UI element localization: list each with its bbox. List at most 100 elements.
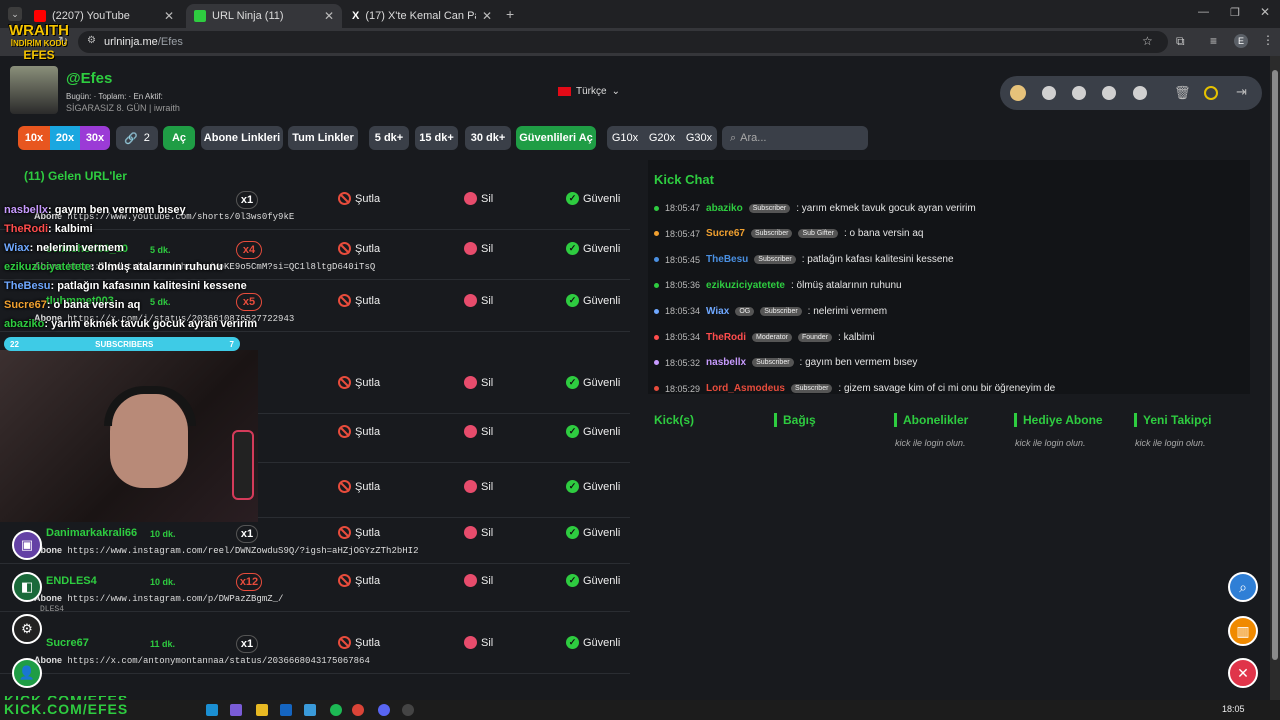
delete-button[interactable]: Sil — [464, 574, 493, 587]
row-url[interactable]: Abone https://x.com/antonymontannaa/stat… — [34, 655, 370, 666]
msg-user[interactable]: nasbellx — [706, 357, 746, 368]
msg-user[interactable]: abaziko — [706, 203, 743, 214]
msg-user[interactable]: TheBesu — [706, 254, 748, 265]
g30x-button[interactable]: G30x — [681, 126, 717, 150]
twitter-icon[interactable] — [1042, 86, 1056, 100]
msg-user[interactable]: TheRodi — [706, 332, 746, 343]
delete-button[interactable]: Sil — [464, 526, 493, 539]
ban-button[interactable]: Şutla — [338, 526, 380, 539]
g10x-button[interactable]: G10x — [607, 126, 643, 150]
trust-button[interactable]: ✓ Güvenli — [566, 480, 620, 493]
extensions-icon[interactable]: ⧉ — [1176, 34, 1185, 49]
trust-button[interactable]: ✓ Güvenli — [566, 526, 620, 539]
row-username[interactable]: Sucre67 — [46, 637, 89, 649]
filter-30dk-button[interactable]: 30 dk+ — [465, 126, 511, 150]
delete-button[interactable]: Sil — [464, 425, 493, 438]
new-tab-icon[interactable]: + — [506, 6, 514, 22]
remove-user-fab-icon[interactable]: ✕ — [1228, 658, 1258, 688]
open-button[interactable]: Aç — [163, 126, 195, 150]
kick-app-icon[interactable]: ◧ — [12, 572, 42, 602]
row-url[interactable]: Abone https://www.instagram.com/reel/DWN… — [34, 545, 418, 556]
tab-urlninja[interactable]: URL Ninja (11) ✕ — [186, 4, 342, 28]
language-select[interactable]: Türkçe ⌄ — [558, 86, 620, 97]
ban-button[interactable]: Şutla — [338, 636, 380, 649]
reading-list-icon[interactable]: ≡ — [1210, 34, 1217, 48]
cookie-icon[interactable] — [1010, 85, 1026, 101]
ban-button[interactable]: Şutla — [338, 242, 380, 255]
chrome-icon[interactable] — [352, 704, 364, 716]
close-window-icon[interactable]: ✕ — [1260, 5, 1270, 19]
open-trusted-button[interactable]: Güvenlileri Aç — [516, 126, 596, 150]
row-username[interactable]: ENDLES4 — [46, 575, 97, 587]
msg-user[interactable]: Lord_Asmodeus — [706, 383, 785, 394]
ban-button[interactable]: Şutla — [338, 480, 380, 493]
edge-icon[interactable] — [206, 704, 218, 716]
search-fab-icon[interactable]: ⌕ — [1228, 572, 1258, 602]
mult-20x-button[interactable]: 20x — [50, 126, 80, 150]
maximize-icon[interactable]: ❐ — [1230, 6, 1240, 19]
delete-button[interactable]: Sil — [464, 376, 493, 389]
menu-icon[interactable]: ⋮ — [1262, 33, 1274, 47]
filter-15dk-button[interactable]: 15 dk+ — [415, 126, 458, 150]
pause-icon[interactable] — [1204, 86, 1218, 100]
outlook-icon[interactable] — [280, 704, 292, 716]
trust-button[interactable]: ✓ Güvenli — [566, 574, 620, 587]
link-count[interactable]: 🔗 2 — [116, 126, 158, 150]
site-info-icon[interactable]: ⚙ — [87, 35, 96, 46]
trust-button[interactable]: ✓ Güvenli — [566, 294, 620, 307]
close-icon[interactable]: ✕ — [324, 9, 334, 23]
instagram-icon[interactable] — [1072, 86, 1086, 100]
trust-button[interactable]: ✓ Güvenli — [566, 425, 620, 438]
block-icon[interactable] — [1133, 86, 1147, 100]
copilot-icon[interactable] — [230, 704, 242, 716]
profile-icon[interactable] — [1102, 86, 1116, 100]
mult-30x-button[interactable]: 30x — [80, 126, 110, 150]
scrollbar-thumb[interactable] — [1272, 70, 1278, 660]
ban-button[interactable]: Şutla — [338, 425, 380, 438]
ban-button[interactable]: Şutla — [338, 192, 380, 205]
spotify-icon[interactable] — [330, 704, 342, 716]
ban-button[interactable]: Şutla — [338, 294, 380, 307]
close-icon[interactable]: ✕ — [164, 9, 174, 23]
trash-icon[interactable]: 🗑 — [1174, 85, 1191, 101]
msg-user[interactable]: Wiax — [706, 306, 729, 317]
profile-avatar[interactable]: E — [1234, 34, 1248, 48]
ban-button[interactable]: Şutla — [338, 574, 380, 587]
twitch-icon[interactable]: ▣ — [12, 530, 42, 560]
msg-user[interactable]: ezikuziciyatetete — [706, 280, 785, 291]
msg-user[interactable]: Sucre67 — [706, 228, 745, 239]
trust-button[interactable]: ✓ Güvenli — [566, 242, 620, 255]
search-input[interactable]: ⌕ Ara... — [722, 126, 868, 150]
delete-button[interactable]: Sil — [464, 294, 493, 307]
obs-icon[interactable] — [402, 704, 414, 716]
close-icon[interactable]: ✕ — [482, 9, 492, 23]
page-scrollbar[interactable] — [1270, 56, 1280, 700]
delete-button[interactable]: Sil — [464, 242, 493, 255]
bookmark-star-icon[interactable]: ☆ — [1142, 34, 1153, 48]
abone-links-button[interactable]: Abone Linkleri — [201, 126, 283, 150]
file-explorer-icon[interactable] — [256, 704, 268, 716]
row-url[interactable]: Abone https://www.instagram.com/p/DWPazZ… — [34, 593, 283, 604]
discord-icon[interactable] — [378, 704, 390, 716]
photos-icon[interactable] — [304, 704, 316, 716]
ban-button[interactable]: Şutla — [338, 376, 380, 389]
tab-x[interactable]: X (17) X'te Kemal Can Parlak: "Ya... ✕ — [344, 4, 500, 28]
tab-search-icon[interactable]: ⌄ — [8, 7, 22, 21]
minimize-icon[interactable]: — — [1198, 6, 1209, 18]
delete-button[interactable]: Sil — [464, 636, 493, 649]
logout-icon[interactable]: ⇥ — [1236, 84, 1247, 100]
mult-10x-button[interactable]: 10x — [18, 126, 50, 150]
all-links-button[interactable]: Tum Linkler — [288, 126, 358, 150]
trust-button[interactable]: ✓ Güvenli — [566, 376, 620, 389]
delete-button[interactable]: Sil — [464, 192, 493, 205]
filter-5dk-button[interactable]: 5 dk+ — [369, 126, 409, 150]
g20x-button[interactable]: G20x — [643, 126, 681, 150]
settings-gear-icon[interactable]: ⚙ — [12, 614, 42, 644]
trust-button[interactable]: ✓ Güvenli — [566, 192, 620, 205]
trust-button[interactable]: ✓ Güvenli — [566, 636, 620, 649]
gift-fab-icon[interactable]: ▥ — [1228, 616, 1258, 646]
row-username[interactable]: Danimarkakrali66 — [46, 527, 137, 539]
delete-button[interactable]: Sil — [464, 480, 493, 493]
url-field[interactable]: ⚙ urlninja.me/Efes ☆ — [78, 31, 1168, 53]
add-user-icon[interactable]: 👤 — [12, 658, 42, 688]
